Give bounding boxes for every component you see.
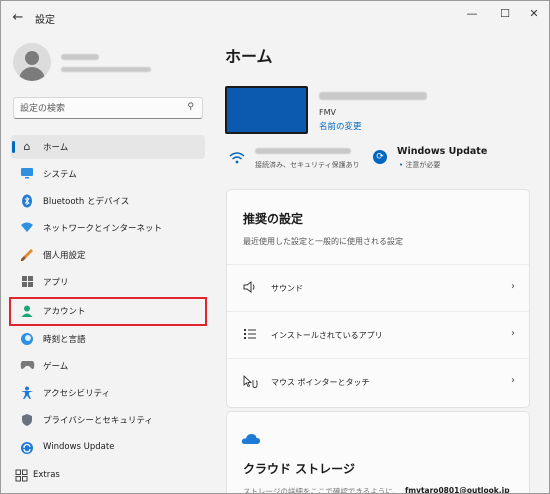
title-bar: ← 設定 — ☐ ✕: [1, 1, 549, 35]
time-language-icon: [20, 332, 34, 346]
rename-link[interactable]: 名前の変更: [319, 120, 362, 132]
chevron-right-icon: ›: [511, 375, 515, 386]
recommended-description: 最近使用した設定と一般的に使用される設定: [243, 237, 403, 246]
chevron-right-icon: ›: [511, 281, 515, 292]
bluetooth-icon: [20, 194, 34, 208]
cloud-storage-email: fmvtaro0801@outlook.jp: [405, 486, 510, 494]
page-title: ホーム: [225, 47, 273, 66]
nav-item-system[interactable]: システム: [11, 162, 205, 186]
nav-label: ネットワークとインターネット: [43, 224, 163, 234]
recommended-item-mouse-pointer[interactable]: マウス ポインターとタッチ ›: [227, 358, 529, 405]
close-button[interactable]: ✕: [521, 5, 547, 23]
extras-icon: [14, 469, 28, 483]
brush-icon: [20, 248, 34, 262]
cloud-storage-card: クラウド ストレージ ストレージの詳細をここで確認できるように、 fmvtaro…: [226, 411, 530, 494]
nav-item-apps[interactable]: アプリ: [11, 270, 205, 294]
windows-update-status: • 注意が必要: [399, 161, 441, 169]
windows-update-status-icon: ⟳: [373, 150, 387, 164]
nav-label: Extras: [33, 470, 60, 480]
nav-label: ホーム: [43, 143, 69, 153]
nav-label: システム: [43, 170, 77, 180]
search-icon[interactable]: ⚲: [187, 102, 194, 112]
recommended-item-label: マウス ポインターとタッチ: [271, 378, 370, 387]
user-email-redacted: [61, 67, 151, 72]
windows-update-icon: [20, 441, 34, 455]
nav-item-gaming[interactable]: ゲーム: [11, 354, 205, 378]
gaming-icon: [20, 359, 35, 373]
cloud-icon: [241, 430, 261, 444]
search-input[interactable]: [20, 101, 180, 116]
nav-label: プライバシーとセキュリティ: [43, 416, 153, 426]
windows-update-status-text: 注意が必要: [405, 161, 441, 169]
device-name-redacted: [319, 92, 427, 100]
home-icon: ⌂: [23, 140, 31, 153]
nav-label: Bluetooth とデバイス: [43, 197, 130, 207]
recommended-settings-card: 推奨の設定 最近使用した設定と一般的に使用される設定 サウンド › インストール…: [226, 189, 530, 408]
back-button[interactable]: ←: [9, 10, 27, 26]
shield-icon: [20, 413, 34, 427]
chevron-right-icon: ›: [511, 328, 515, 339]
recommended-item-label: サウンド: [271, 284, 303, 293]
wifi-icon: [229, 151, 245, 165]
app-title: 設定: [35, 15, 55, 26]
recommended-item-installed-apps[interactable]: インストールされているアプリ ›: [227, 311, 529, 358]
maximize-button[interactable]: ☐: [492, 5, 518, 23]
nav-label: 時刻と言語: [43, 335, 86, 345]
recommended-item-sound[interactable]: サウンド ›: [227, 264, 529, 311]
active-indicator: [12, 141, 15, 153]
recommended-title: 推奨の設定: [243, 212, 304, 226]
windows-update-title[interactable]: Windows Update: [397, 146, 487, 157]
nav-label: アクセシビリティ: [43, 389, 111, 399]
device-image: [225, 86, 308, 134]
settings-window: ← 設定 — ☐ ✕ ⚲ ⌂ ホーム システム Bluetooth とデバイス …: [0, 0, 550, 494]
pointer-icon: [243, 374, 259, 389]
nav-item-time-language[interactable]: 時刻と言語: [11, 327, 205, 351]
recommended-item-label: インストールされているアプリ: [271, 331, 383, 340]
nav-item-network[interactable]: ネットワークとインターネット: [11, 216, 205, 240]
accessibility-icon: [20, 386, 34, 400]
apps-icon: [20, 275, 34, 289]
speaker-icon: [243, 281, 259, 295]
cloud-storage-description: ストレージの詳細をここで確認できるように、: [243, 487, 400, 494]
nav-label: アプリ: [43, 278, 69, 288]
search-box[interactable]: ⚲: [13, 97, 203, 119]
nav-item-home[interactable]: ⌂ ホーム: [11, 135, 205, 159]
avatar: [13, 43, 51, 81]
nav-item-extras[interactable]: Extras: [5, 464, 199, 488]
nav-item-accessibility[interactable]: アクセシビリティ: [11, 381, 205, 405]
device-model: FMV: [319, 108, 336, 117]
list-icon: [243, 328, 259, 342]
minimize-button[interactable]: —: [459, 5, 485, 23]
nav-label: Windows Update: [43, 442, 115, 452]
nav-item-personalization[interactable]: 個人用設定: [11, 243, 205, 267]
network-name-redacted[interactable]: [255, 148, 351, 154]
nav-item-windows-update[interactable]: Windows Update: [11, 436, 205, 460]
nav-label: ゲーム: [43, 362, 69, 372]
network-icon: [20, 221, 34, 235]
cloud-storage-title: クラウド ストレージ: [243, 462, 355, 476]
user-name-redacted: [61, 54, 99, 60]
nav-label: 個人用設定: [43, 251, 86, 261]
highlight-box: [9, 297, 207, 326]
system-icon: [20, 167, 34, 181]
network-status: 接続済み、セキュリティ保護あり: [255, 161, 360, 169]
nav-item-bluetooth[interactable]: Bluetooth とデバイス: [11, 189, 205, 213]
nav-item-privacy[interactable]: プライバシーとセキュリティ: [11, 408, 205, 432]
user-profile[interactable]: [13, 43, 203, 83]
